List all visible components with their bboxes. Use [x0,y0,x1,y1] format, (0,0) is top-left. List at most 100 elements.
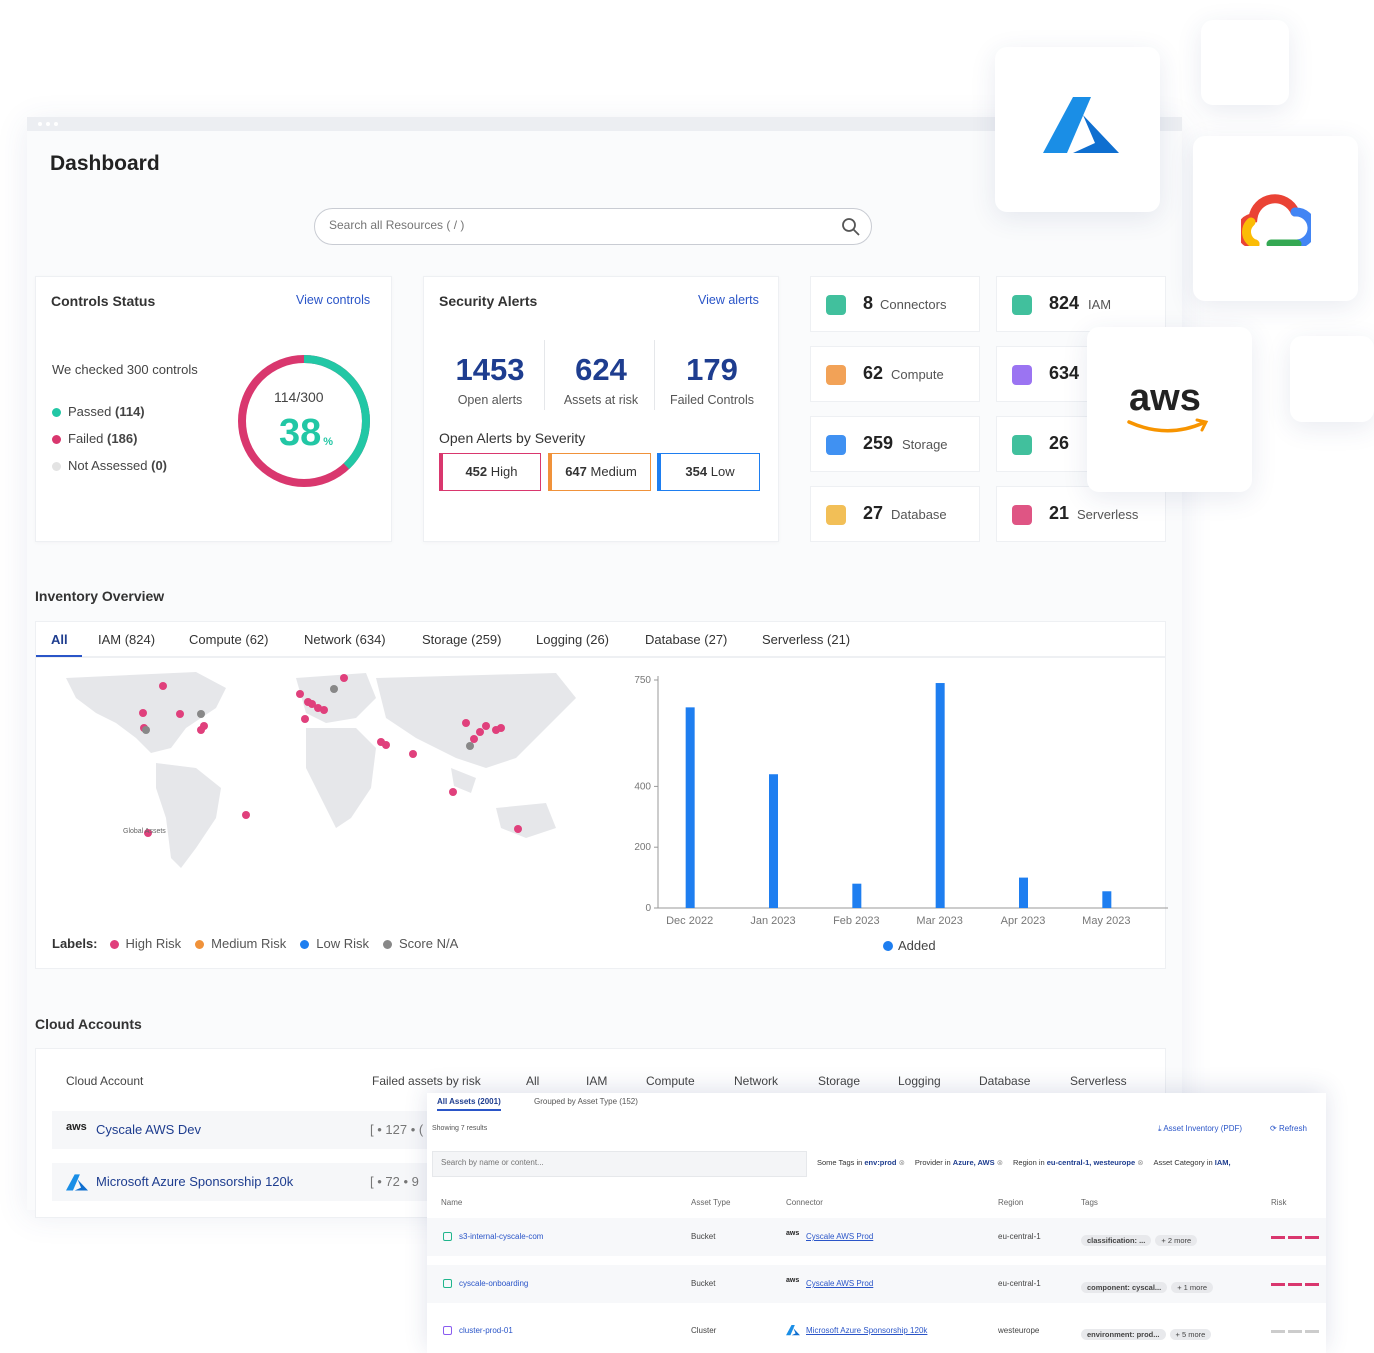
bar-may-2023[interactable] [1102,891,1112,908]
bar-feb-2023[interactable] [852,883,862,908]
view-alerts-link[interactable]: View alerts [698,293,759,307]
continent-4 [376,673,576,768]
col-header-8: Database [979,1074,1031,1088]
map-marker[interactable] [382,741,390,749]
bar-mar-2023[interactable] [935,683,945,908]
dashboard-window: Dashboard Controls Status View controls … [27,117,1182,1218]
connector-link[interactable]: Microsoft Azure Sponsorship 120k [806,1326,927,1335]
open-alerts-count[interactable]: 1453 [435,352,545,388]
tab-5[interactable]: Logging (26) [536,632,609,647]
map-marker[interactable] [497,724,505,732]
map-marker[interactable] [197,726,205,734]
blank-tile-top [1201,20,1289,105]
map-marker[interactable] [470,735,478,743]
map-marker[interactable] [139,709,147,717]
bar-dec-2022[interactable] [685,707,695,908]
legend-failed: Failed (186) [52,431,137,446]
remove-filter-icon[interactable]: ⊗ [896,1158,905,1167]
tab-2[interactable]: Compute (62) [189,632,268,647]
overlay-search-input[interactable] [441,1158,781,1167]
bar-apr-2023[interactable] [1019,877,1028,908]
legend-dot [195,940,205,950]
aws-logo-icon: aws [66,1121,87,1133]
more-tags-chip[interactable]: + 5 more [1169,1329,1212,1340]
assets-at-risk-count[interactable]: 624 [546,352,656,388]
tab-1[interactable]: IAM (824) [98,632,155,647]
map-marker[interactable] [142,726,150,734]
remove-filter-icon[interactable]: ⊗ [995,1158,1003,1167]
legend-score-n-a: Score N/A [383,936,458,951]
map-marker[interactable] [409,750,417,758]
tile-compute-2[interactable]: 62 Compute [810,346,980,402]
account-name[interactable]: Microsoft Azure Sponsorship 120k [96,1174,293,1189]
map-marker[interactable] [462,719,470,727]
map-marker[interactable] [320,706,328,714]
tile-iam-1[interactable]: 824 IAM [996,276,1166,332]
tag-chip[interactable]: component: cyscal... [1081,1282,1168,1293]
asset-name-link[interactable]: cyscale-onboarding [459,1279,528,1288]
tab-all-assets[interactable]: All Assets (2001) [437,1097,501,1111]
map-marker[interactable] [449,788,457,796]
col-header-9: Serverless [1070,1074,1127,1088]
risk-bar [1271,1330,1321,1333]
legend-passed: Passed (114) [52,404,145,419]
severity-high-button[interactable]: 452 High [439,453,541,491]
map-marker[interactable] [330,685,338,693]
asset-row[interactable]: cluster-prod-01 Cluster Microsoft Azure Sp… [427,1312,1326,1350]
map-marker[interactable] [466,742,474,750]
map-marker[interactable] [242,811,250,819]
refresh-button[interactable]: ⟳ Refresh [1270,1124,1307,1133]
map-marker[interactable] [176,710,184,718]
tab-3[interactable]: Network (634) [304,632,386,647]
world-map [66,672,576,868]
connector-link[interactable]: Cyscale AWS Prod [806,1232,873,1241]
more-tags-chip[interactable]: + 1 more [1171,1282,1213,1293]
map-marker[interactable] [159,682,167,690]
asset-row[interactable]: cyscale-onboarding Bucket aws Cyscale AWS P… [427,1265,1326,1303]
overlay-search[interactable] [432,1151,807,1177]
search-icon[interactable] [841,217,861,237]
azure-logo-icon [66,1174,88,1191]
map-marker[interactable] [514,825,522,833]
failed-controls-count[interactable]: 179 [657,352,767,388]
asset-region: eu-central-1 [998,1279,1041,1288]
view-controls-link[interactable]: View controls [296,293,370,307]
map-marker[interactable] [476,728,484,736]
map-marker[interactable] [197,710,205,718]
global-assets-label: Global Assets [123,828,166,835]
asset-name-link[interactable]: s3-internal-cyscale-com [459,1232,543,1241]
export-pdf-button[interactable]: ⤓ Asset Inventory (PDF) [1158,1124,1242,1134]
asset-name-link[interactable]: cluster-prod-01 [459,1326,513,1335]
tab-grouped-by-type[interactable]: Grouped by Asset Type (152) [534,1097,638,1106]
filter-chip-0[interactable]: Some Tags in env:prod ⊗ [817,1158,905,1167]
search-input[interactable] [329,218,809,232]
severity-medium-button[interactable]: 647 Medium [548,453,651,491]
filter-chip-1[interactable]: Provider in Azure, AWS ⊗ [915,1158,1003,1167]
map-marker[interactable] [301,715,309,723]
tab-0[interactable]: All [51,632,68,647]
connector-link[interactable]: Cyscale AWS Prod [806,1279,873,1288]
more-tags-chip[interactable]: + 2 more [1155,1235,1198,1246]
remove-filter-icon[interactable]: ⊗ [1135,1158,1143,1167]
filter-chip-3[interactable]: Asset Category in IAM, [1154,1158,1231,1167]
tab-4[interactable]: Storage (259) [422,632,502,647]
map-marker[interactable] [296,690,304,698]
asset-inventory-overlay: All Assets (2001) Grouped by Asset Type … [427,1093,1326,1353]
asset-type: Cluster [691,1326,717,1335]
severity-low-button[interactable]: 354 Low [657,453,760,491]
map-marker[interactable] [482,722,490,730]
tab-6[interactable]: Database (27) [645,632,727,647]
tab-7[interactable]: Serverless (21) [762,632,850,647]
tile-connectors-0[interactable]: 8 Connectors [810,276,980,332]
bar-jan-2023[interactable] [769,774,778,908]
map-marker[interactable] [340,674,348,682]
tag-chip[interactable]: environment: prod... [1081,1329,1166,1340]
asset-row[interactable]: s3-internal-cyscale-com Bucket aws Cyscale … [427,1218,1326,1256]
tag-chip[interactable]: classification: ... [1081,1235,1152,1246]
search-bar[interactable] [314,208,872,245]
tile-serverless-7[interactable]: 21 Serverless [996,486,1166,542]
tile-database-6[interactable]: 27 Database [810,486,980,542]
tile-storage-4[interactable]: 259 Storage [810,416,980,472]
account-name[interactable]: Cyscale AWS Dev [96,1122,201,1137]
filter-chip-2[interactable]: Region in eu-central-1, westeurope ⊗ [1013,1158,1144,1167]
